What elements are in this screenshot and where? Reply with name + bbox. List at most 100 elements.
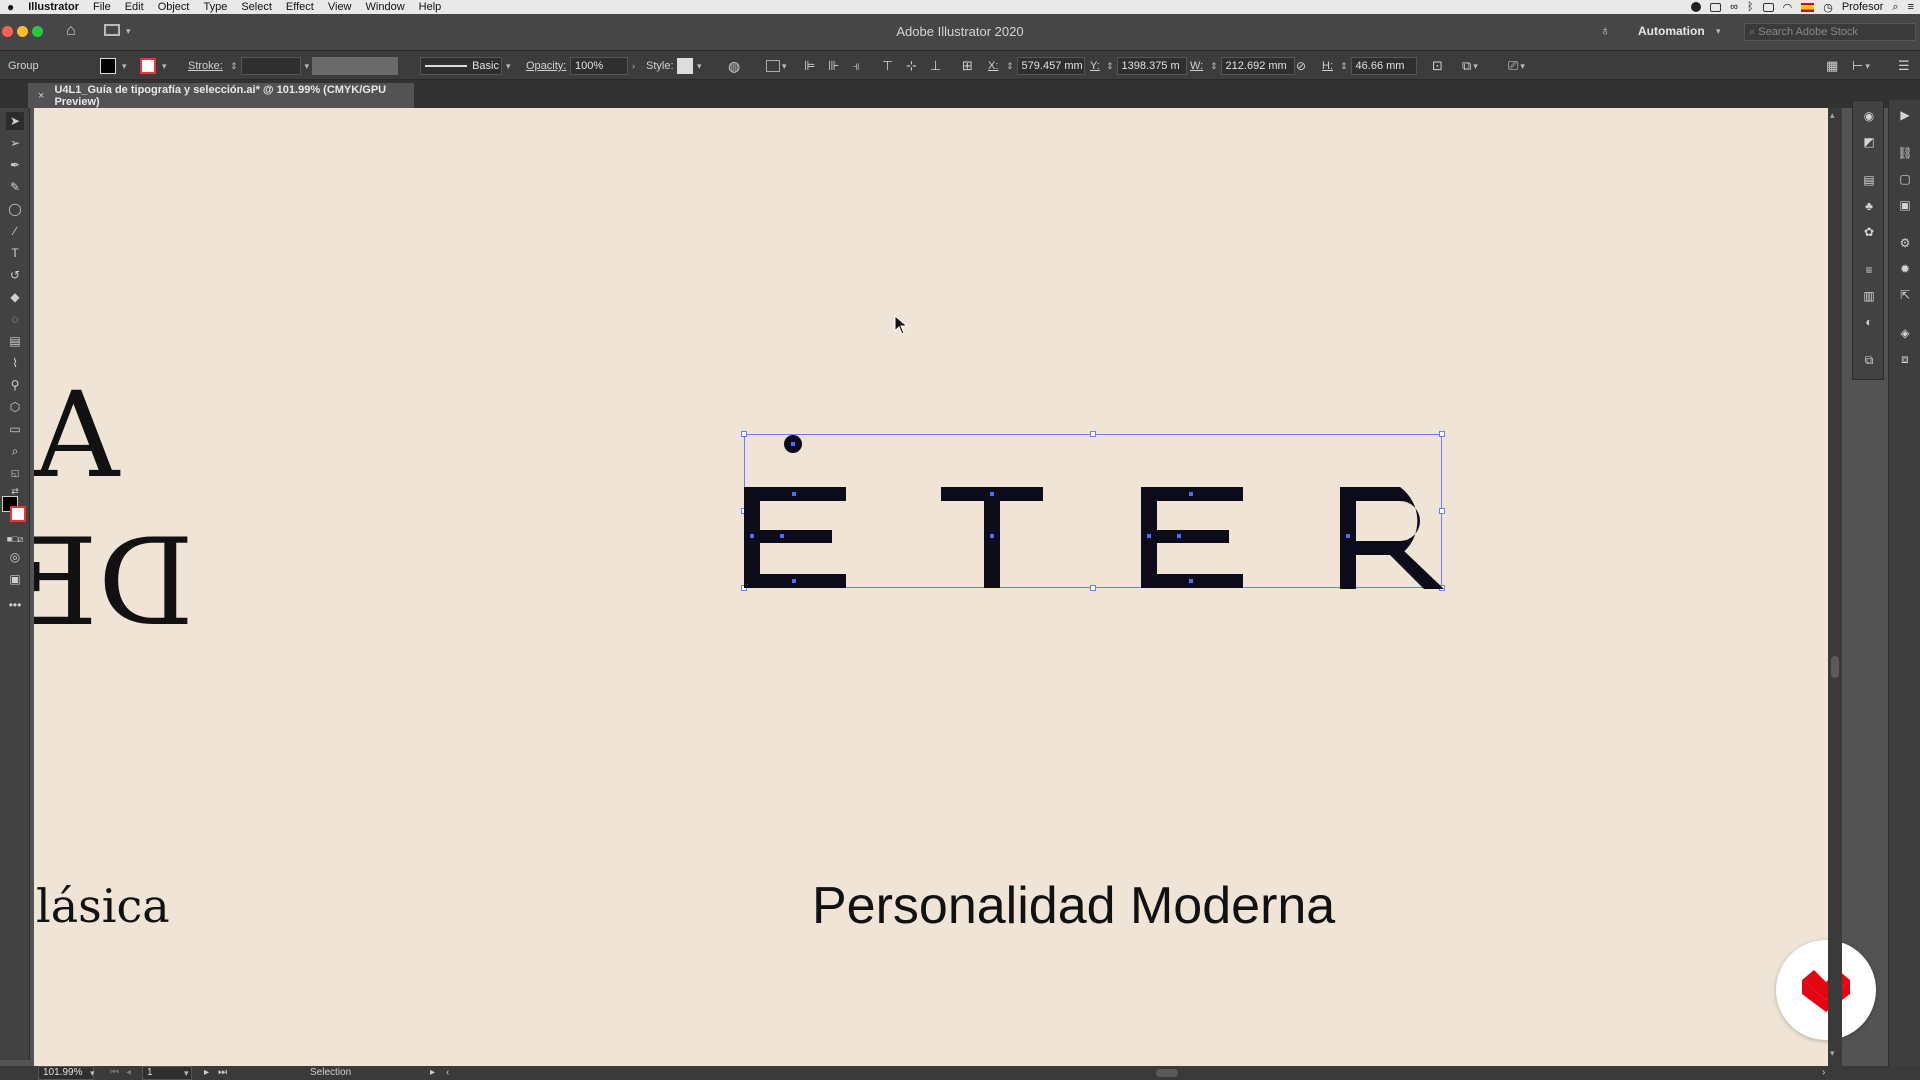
- workspace-switcher[interactable]: Automation: [1638, 24, 1705, 38]
- first-artboard-icon[interactable]: ⏮: [110, 1066, 119, 1080]
- isolate-group-icon[interactable]: ⎚ ▾: [1508, 51, 1525, 81]
- label-clasica[interactable]: lásica: [36, 883, 170, 929]
- horizontal-scroll-thumb[interactable]: [1156, 1069, 1178, 1077]
- artboards-icon[interactable]: ⧈: [1897, 352, 1913, 366]
- paintbrush-tool-icon[interactable]: ∕: [6, 222, 24, 240]
- airplay-icon[interactable]: [1762, 2, 1774, 12]
- align-horizontal-center-icon[interactable]: ⊪: [828, 51, 839, 81]
- attributes-icon[interactable]: ▣: [1897, 198, 1913, 212]
- y-label[interactable]: Y:: [1090, 51, 1100, 81]
- serif-letter-a[interactable]: A: [34, 376, 119, 494]
- scroll-right-icon[interactable]: ›: [1822, 1066, 1825, 1080]
- properties-icon[interactable]: ⚙: [1897, 236, 1913, 250]
- record-icon[interactable]: [1691, 2, 1702, 12]
- x-input[interactable]: ⇕ 579.457 mm: [1006, 51, 1085, 81]
- asset-export-icon[interactable]: ⧉: [1861, 353, 1877, 367]
- menu-app-illustrator[interactable]: Illustrator: [21, 0, 86, 14]
- label-personalidad-moderna[interactable]: Personalidad Moderna: [812, 880, 1335, 932]
- align-bottom-icon[interactable]: ⊥: [930, 51, 941, 81]
- zoom-chevron-icon[interactable]: ▾: [90, 1066, 95, 1080]
- bluetooth-icon[interactable]: ᛒ: [1747, 1, 1754, 13]
- recolor-artwork-icon[interactable]: ◍: [728, 51, 740, 81]
- type-tool-icon[interactable]: T: [6, 244, 24, 262]
- align-right-icon[interactable]: ⫣: [852, 51, 860, 81]
- menu-select[interactable]: Select: [234, 0, 279, 14]
- status-menu-icon[interactable]: ▸: [430, 1066, 435, 1080]
- transform-more-icon[interactable]: ⧉ ▾: [1462, 51, 1478, 81]
- brushes-icon[interactable]: ✿: [1861, 225, 1877, 239]
- edit-toolbar-icon[interactable]: •••: [6, 596, 24, 614]
- spotlight-icon[interactable]: ⌕: [1892, 1, 1898, 14]
- resize-handle[interactable]: [1090, 431, 1096, 437]
- stock-search-field[interactable]: ⌕ Search Adobe Stock: [1744, 23, 1916, 41]
- menu-file[interactable]: File: [86, 0, 118, 14]
- stroke-color-swatch[interactable]: [10, 506, 26, 522]
- screen-icon[interactable]: [1710, 2, 1722, 12]
- workspace-chevron-icon[interactable]: ▾: [1716, 26, 1721, 37]
- last-artboard-icon[interactable]: ⏭: [218, 1066, 227, 1080]
- resize-handle[interactable]: [1439, 431, 1445, 437]
- menu-object[interactable]: Object: [151, 0, 197, 14]
- user-name[interactable]: Profesor: [1842, 1, 1884, 13]
- shape-builder-tool-icon[interactable]: ⬡: [6, 398, 24, 416]
- color-mode-icons[interactable]: ■□⧄: [6, 530, 24, 548]
- menu-help[interactable]: Help: [412, 0, 449, 14]
- creative-cloud-icon[interactable]: ∞: [1730, 1, 1738, 13]
- actions-play-icon[interactable]: ▶: [1897, 108, 1913, 122]
- h-label[interactable]: H:: [1322, 51, 1333, 81]
- stroke-panel-icon[interactable]: ≡: [1861, 263, 1877, 277]
- layers-icon[interactable]: ◈: [1897, 326, 1913, 340]
- reference-point-icon[interactable]: ⊞: [962, 51, 973, 81]
- scroll-left-icon[interactable]: ‹: [446, 1066, 449, 1080]
- y-input[interactable]: ⇕ 1398.375 m: [1106, 51, 1187, 81]
- graphic-style-swatch[interactable]: ▾: [677, 51, 702, 81]
- flag-icon[interactable]: [1801, 2, 1815, 12]
- transparency-icon[interactable]: ◐: [1861, 315, 1877, 329]
- next-artboard-icon[interactable]: ▸: [204, 1066, 209, 1080]
- panel-options-icon[interactable]: ⊢ ▾: [1852, 51, 1870, 81]
- opacity-input[interactable]: 100% ›: [570, 51, 635, 81]
- menu-effect[interactable]: Effect: [279, 0, 321, 14]
- clock-icon[interactable]: ◷: [1823, 1, 1833, 14]
- document-info-icon[interactable]: ▢: [1897, 172, 1913, 186]
- resize-handle[interactable]: [1090, 585, 1096, 591]
- color-guide-icon[interactable]: ◉: [1861, 109, 1877, 123]
- gradient-tool-icon[interactable]: ▤: [6, 332, 24, 350]
- curvature-tool-icon[interactable]: ✎: [6, 178, 24, 196]
- default-colors-icon[interactable]: ◱ ⇄: [6, 464, 24, 496]
- menu-edit[interactable]: Edit: [118, 0, 151, 14]
- export-icon[interactable]: ⇱: [1897, 288, 1913, 302]
- eraser-tool-icon[interactable]: ◆: [6, 288, 24, 306]
- artboard-chevron-icon[interactable]: ▾: [184, 1066, 189, 1080]
- w-input[interactable]: ⇕ 212.692 mm: [1210, 51, 1295, 81]
- panel-arrange-icon[interactable]: ▦: [1826, 51, 1838, 81]
- ellipse-tool-icon[interactable]: ◯: [6, 200, 24, 218]
- stroke-swatch[interactable]: [140, 51, 156, 81]
- artboard-tool-icon[interactable]: ▭: [6, 420, 24, 438]
- previous-artboard-icon[interactable]: ◂: [126, 1066, 131, 1080]
- align-to-icon[interactable]: ▾: [766, 51, 787, 81]
- lasso-tool-icon[interactable]: ◌: [6, 310, 24, 328]
- h-input[interactable]: ⇕ 46.66 mm: [1340, 51, 1417, 81]
- zoom-tool-icon[interactable]: ⌕: [6, 442, 24, 460]
- stroke-label[interactable]: Stroke:: [188, 51, 223, 81]
- vertical-scrollbar[interactable]: ▴ ▾: [1828, 108, 1842, 1066]
- appearance-icon[interactable]: ◩: [1861, 135, 1877, 149]
- gradient-panel-icon[interactable]: ▥: [1861, 289, 1877, 303]
- direct-selection-tool-icon[interactable]: ➢: [6, 134, 24, 152]
- discover-lightbulb-icon[interactable]: ♁: [1600, 22, 1611, 38]
- opacity-label[interactable]: Opacity:: [526, 51, 566, 81]
- zoom-level-field[interactable]: 101.99%: [38, 1066, 94, 1080]
- close-tab-icon[interactable]: ×: [38, 90, 44, 102]
- document-tab[interactable]: × U4L1_Guía de tipografía y selección.ai…: [28, 83, 414, 108]
- align-left-icon[interactable]: ⊫: [804, 51, 815, 81]
- variable-width-profile[interactable]: [312, 51, 398, 81]
- menu-type[interactable]: Type: [196, 0, 234, 14]
- libraries-icon[interactable]: ▤: [1861, 173, 1877, 187]
- x-label[interactable]: X:: [988, 51, 998, 81]
- apple-menu-icon[interactable]: ●: [0, 0, 21, 14]
- puppet-warp-tool-icon[interactable]: ⚲: [6, 376, 24, 394]
- brush-definition-dropdown[interactable]: Basic ▾: [420, 51, 511, 81]
- fill-swatch[interactable]: [100, 51, 116, 81]
- eyedropper-tool-icon[interactable]: ⌇: [6, 354, 24, 372]
